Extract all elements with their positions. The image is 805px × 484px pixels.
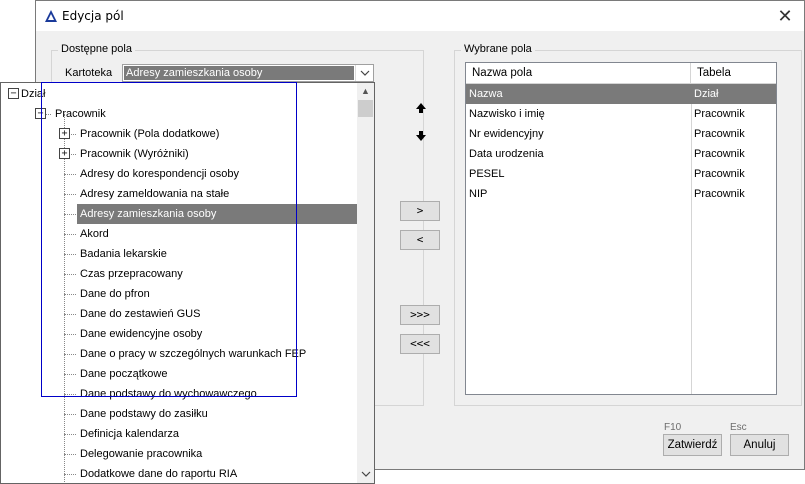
selected-fields-legend: Wybrane pola	[461, 43, 535, 55]
cell-field-name: Nazwa	[469, 88, 503, 100]
kartoteka-combo[interactable]: Adresy zamieszkania osoby	[122, 64, 374, 82]
move-down-icon[interactable]	[414, 129, 428, 143]
remove-field-button[interactable]: <	[400, 230, 440, 250]
table-row[interactable]: Data urodzenia Pracownik	[466, 144, 776, 164]
tree-item[interactable]: Definicja kalendarza	[77, 424, 182, 444]
cancel-button[interactable]: Anuluj	[730, 434, 789, 456]
available-fields-legend: Dostępne pola	[58, 43, 135, 55]
cell-field-name: NIP	[469, 188, 488, 200]
kartoteka-label: Kartoteka	[65, 67, 113, 79]
move-up-icon[interactable]	[414, 101, 428, 115]
scroll-up-icon[interactable]: ▲	[357, 83, 374, 100]
confirm-shortcut: F10	[664, 422, 682, 433]
tree-line	[64, 414, 76, 415]
tree-item-label: Dodatkowe dane do raportu RIA	[80, 468, 238, 480]
tree-item-label: Definicja kalendarza	[80, 428, 180, 440]
cell-field-name: Nazwisko i imię	[469, 108, 545, 120]
tree-scrollbar[interactable]: ▲	[357, 83, 374, 483]
cell-table-name: Pracownik	[694, 108, 745, 120]
table-row[interactable]: Nazwisko i imię Pracownik	[466, 104, 776, 124]
table-row[interactable]: NIP Pracownik	[466, 184, 776, 204]
table-row[interactable]: Nazwa Dział	[466, 84, 776, 104]
cell-field-name: Nr ewidencyjny	[469, 128, 544, 140]
cell-table-name: Pracownik	[694, 128, 745, 140]
window-title: Edycja pól	[62, 9, 124, 23]
table-row[interactable]: Nr ewidencyjny Pracownik	[466, 124, 776, 144]
table-row[interactable]: PESEL Pracownik	[466, 164, 776, 184]
cell-field-name: PESEL	[469, 168, 505, 180]
kartoteka-combo-value: Adresy zamieszkania osoby	[124, 66, 354, 80]
tree-item[interactable]: Dane podstawy do zasiłku	[77, 404, 211, 424]
tree-line	[64, 434, 76, 435]
tree-line	[64, 454, 76, 455]
column-header-name[interactable]: Nazwa pola	[466, 63, 691, 84]
tree-item-label: Delegowanie pracownika	[80, 448, 203, 460]
tree-item-label: Dane podstawy do zasiłku	[80, 408, 208, 420]
selected-fields-grid[interactable]: Nazwa pola Tabela Nazwa Dział Nazwisko i i…	[465, 62, 777, 395]
scroll-down-icon[interactable]	[357, 466, 374, 483]
column-header-table[interactable]: Tabela	[691, 63, 776, 84]
remove-all-button[interactable]: <<<	[400, 334, 440, 354]
cancel-shortcut: Esc	[730, 422, 747, 433]
cell-table-name: Pracownik	[694, 188, 745, 200]
focus-rectangle	[41, 82, 297, 397]
chevron-down-icon[interactable]	[355, 65, 373, 81]
tree-item[interactable]: Dodatkowe dane do raportu RIA	[77, 464, 240, 483]
tree-line	[64, 474, 76, 475]
cell-table-name: Pracownik	[694, 168, 745, 180]
scroll-thumb[interactable]	[358, 100, 373, 117]
app-triangle-icon	[45, 10, 57, 22]
title-bar: Edycja pól ✕	[36, 1, 804, 31]
cell-field-name: Data urodzenia	[469, 148, 544, 160]
tree-item[interactable]: Delegowanie pracownika	[77, 444, 205, 464]
cell-table-name: Pracownik	[694, 148, 745, 160]
close-icon[interactable]: ✕	[774, 5, 796, 27]
confirm-button[interactable]: Zatwierdź	[663, 434, 722, 456]
grid-body: Nazwa Dział Nazwisko i imię Pracownik Nr ewi…	[466, 84, 776, 204]
grid-header: Nazwa pola Tabela	[466, 63, 776, 84]
add-all-button[interactable]: >>>	[400, 305, 440, 325]
cell-table-name: Dział	[694, 88, 719, 100]
add-field-button[interactable]: >	[400, 201, 440, 221]
